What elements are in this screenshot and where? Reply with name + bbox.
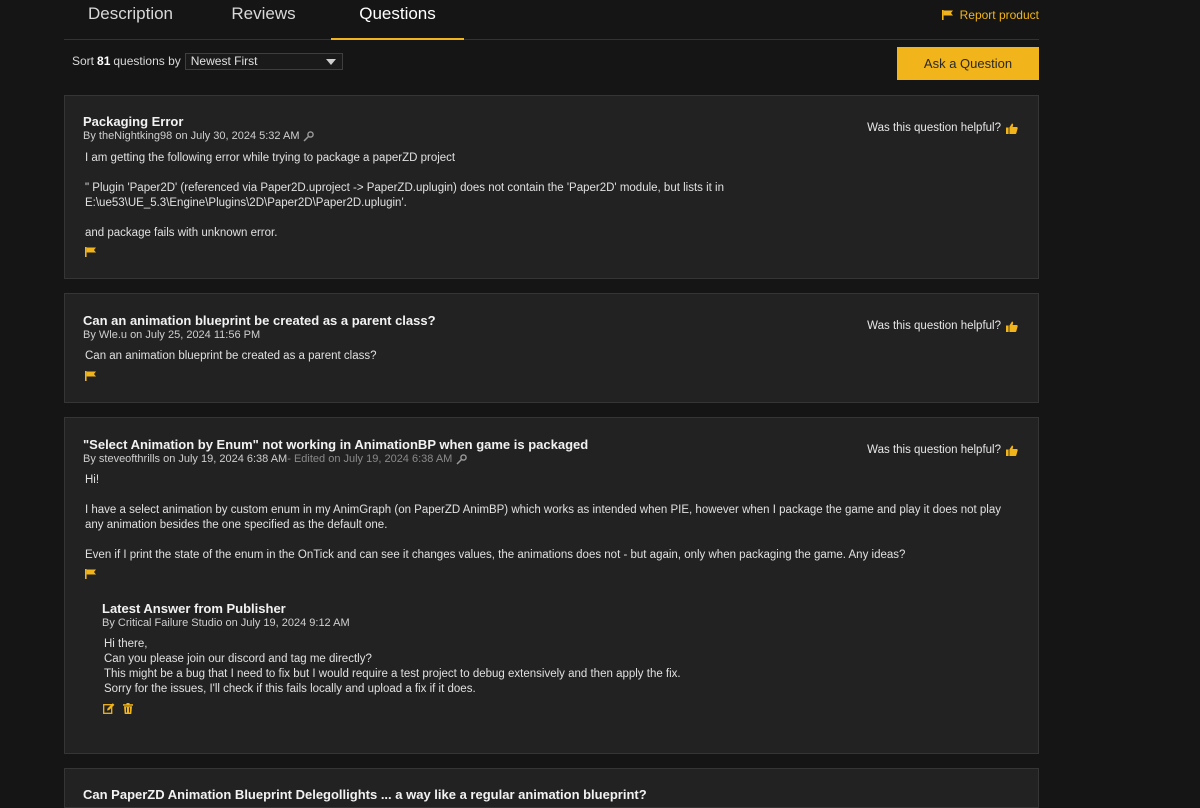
answer-line: Can you please join our discord and tag … [104, 653, 372, 665]
question-card: Can PaperZD Animation Blueprint Delegoll… [64, 768, 1039, 808]
sort-select[interactable]: Newest First [184, 52, 343, 70]
answer-body: Hi there, Can you please join our discor… [104, 637, 681, 697]
helpful-label: Was this question helpful? [867, 122, 1001, 134]
sort-bar: Sort 81 questions by Newest First [72, 51, 343, 71]
sort-suffix: questions by [113, 54, 181, 68]
tab-bar: Description Reviews Questions Report pro… [64, 0, 1039, 40]
flag-icon [941, 10, 954, 20]
question-paragraph: " Plugin 'Paper2D' (referenced via Paper… [85, 182, 725, 209]
edit-icon[interactable] [103, 703, 115, 714]
question-title[interactable]: Packaging Error [83, 114, 183, 129]
question-meta: By steveofthrills on July 19, 2024 6:38 … [83, 453, 468, 465]
helpful-prompt: Was this question helpful? [867, 444, 1018, 456]
key-icon [456, 453, 468, 465]
thumbs-up-icon[interactable] [1006, 445, 1018, 456]
answer-actions [103, 703, 133, 714]
answer-meta: By Critical Failure Studio on July 19, 2… [102, 617, 350, 629]
helpful-prompt: Was this question helpful? [867, 122, 1018, 134]
question-count: 81 [97, 54, 111, 68]
helpful-prompt: Was this question helpful? [867, 320, 1018, 332]
question-author-date: By theNightking98 on July 30, 2024 5:32 … [83, 130, 300, 142]
question-paragraph: Can an animation blueprint be created as… [85, 350, 377, 362]
page: Description Reviews Questions Report pro… [0, 0, 1200, 808]
question-card: "Select Animation by Enum" not working i… [64, 417, 1039, 754]
question-card: Can an animation blueprint be created as… [64, 293, 1039, 403]
edited-note: - Edited on July 19, 2024 6:38 AM [287, 453, 453, 465]
answer-line: Sorry for the issues, I'll check if this… [104, 683, 476, 695]
question-paragraph: Even if I print the state of the enum in… [85, 549, 906, 561]
answer-line: Hi there, [104, 638, 148, 650]
answer-line: This might be a bug that I need to fix b… [104, 668, 681, 680]
tab-reviews[interactable]: Reviews [197, 0, 330, 38]
question-author-date: By steveofthrills on July 19, 2024 6:38 … [83, 453, 288, 465]
sort-selected-value: Newest First [190, 54, 258, 68]
flag-icon[interactable] [85, 247, 97, 257]
question-body: I am getting the following error while t… [85, 151, 1020, 256]
report-product-label: Report product [959, 8, 1039, 22]
question-card: Packaging Error By theNightking98 on Jul… [64, 95, 1039, 279]
question-paragraph: Hi! [85, 474, 100, 486]
chevron-down-icon [325, 58, 336, 65]
answer-title: Latest Answer from Publisher [102, 601, 286, 616]
helpful-label: Was this question helpful? [867, 444, 1001, 456]
question-meta: By theNightking98 on July 30, 2024 5:32 … [83, 130, 315, 142]
question-title[interactable]: Can PaperZD Animation Blueprint Delegoll… [83, 787, 647, 802]
question-paragraph: and package fails with unknown error. [85, 227, 278, 239]
question-paragraph: I have a select animation by custom enum… [85, 504, 1002, 531]
question-title[interactable]: Can an animation blueprint be created as… [83, 313, 436, 328]
question-body: Hi! I have a select animation by custom … [85, 473, 1020, 578]
question-meta: By Wle.u on July 25, 2024 11:56 PM [83, 329, 260, 341]
flag-icon[interactable] [85, 569, 97, 579]
trash-icon[interactable] [123, 703, 133, 714]
flag-icon[interactable] [85, 371, 97, 381]
tab-description[interactable]: Description [64, 0, 197, 38]
sort-prefix: Sort [72, 54, 95, 68]
question-title[interactable]: "Select Animation by Enum" not working i… [83, 437, 588, 452]
thumbs-up-icon[interactable] [1006, 321, 1018, 332]
report-product-link[interactable]: Report product [941, 8, 1039, 22]
thumbs-up-icon[interactable] [1006, 123, 1018, 134]
question-author-date: By Wle.u on July 25, 2024 11:56 PM [83, 329, 261, 341]
key-icon [303, 130, 315, 142]
tab-questions[interactable]: Questions [331, 0, 464, 40]
ask-question-button[interactable]: Ask a Question [897, 47, 1039, 80]
helpful-label: Was this question helpful? [867, 320, 1001, 332]
question-paragraph: I am getting the following error while t… [85, 152, 456, 164]
question-body: Can an animation blueprint be created as… [85, 349, 1020, 379]
